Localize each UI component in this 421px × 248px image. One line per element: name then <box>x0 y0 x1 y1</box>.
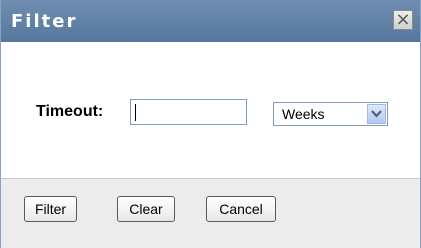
chevron-down-icon <box>371 110 382 118</box>
clear-button[interactable]: Clear <box>117 196 175 222</box>
dialog-content: Timeout: Weeks <box>1 42 420 178</box>
title-bar[interactable]: Filter × <box>1 0 420 42</box>
filter-button[interactable]: Filter <box>24 196 77 222</box>
timeout-unit-value: Weeks <box>282 106 325 122</box>
dropdown-button[interactable] <box>367 104 386 124</box>
filter-dialog: Filter × Timeout: Weeks Filter Clear Can… <box>0 0 421 248</box>
timeout-input[interactable] <box>130 99 247 125</box>
timeout-label: Timeout: <box>36 103 104 120</box>
close-icon: × <box>395 9 411 30</box>
close-button[interactable]: × <box>393 10 413 30</box>
timeout-unit-select[interactable]: Weeks <box>273 102 388 126</box>
text-caret <box>135 104 136 121</box>
dialog-title: Filter <box>11 11 78 32</box>
dialog-footer: Filter Clear Cancel <box>1 178 420 248</box>
cancel-button[interactable]: Cancel <box>206 196 276 222</box>
